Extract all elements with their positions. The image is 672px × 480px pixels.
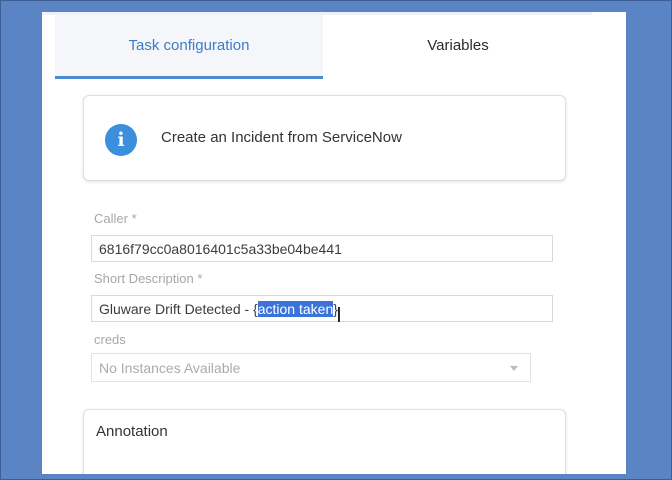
info-text: Create an Incident from ServiceNow (161, 129, 402, 146)
chevron-down-icon (510, 366, 518, 371)
text-cursor-icon: I (336, 303, 342, 327)
annotation-card: Annotation (83, 409, 566, 474)
creds-label: creds (94, 332, 126, 347)
creds-selected-value: No Instances Available (99, 359, 241, 376)
tab-bar: Task configuration Variables (42, 12, 626, 79)
info-icon: i (105, 124, 137, 156)
creds-select[interactable]: No Instances Available (91, 353, 531, 382)
annotation-title: Annotation (96, 423, 168, 440)
tab-task-configuration-label: Task configuration (128, 37, 250, 54)
task-panel: Task configuration Variables i Create an… (42, 12, 626, 474)
short-description-prefix: Gluware Drift Detected - { (99, 300, 258, 317)
short-description-selection: action taken (257, 300, 334, 317)
caller-label: Caller * (94, 211, 137, 226)
caller-value: 6816f79cc0a8016401c5a33be04be441 (99, 240, 342, 257)
caller-input[interactable]: 6816f79cc0a8016401c5a33be04be441 (91, 235, 553, 262)
tab-variables[interactable]: Variables (323, 15, 593, 76)
short-description-input[interactable]: Gluware Drift Detected - {action taken} (91, 295, 553, 322)
tab-variables-label: Variables (427, 37, 489, 54)
tab-task-configuration[interactable]: Task configuration (55, 15, 323, 79)
short-description-label: Short Description * (94, 271, 203, 286)
info-card: i Create an Incident from ServiceNow (83, 95, 566, 181)
